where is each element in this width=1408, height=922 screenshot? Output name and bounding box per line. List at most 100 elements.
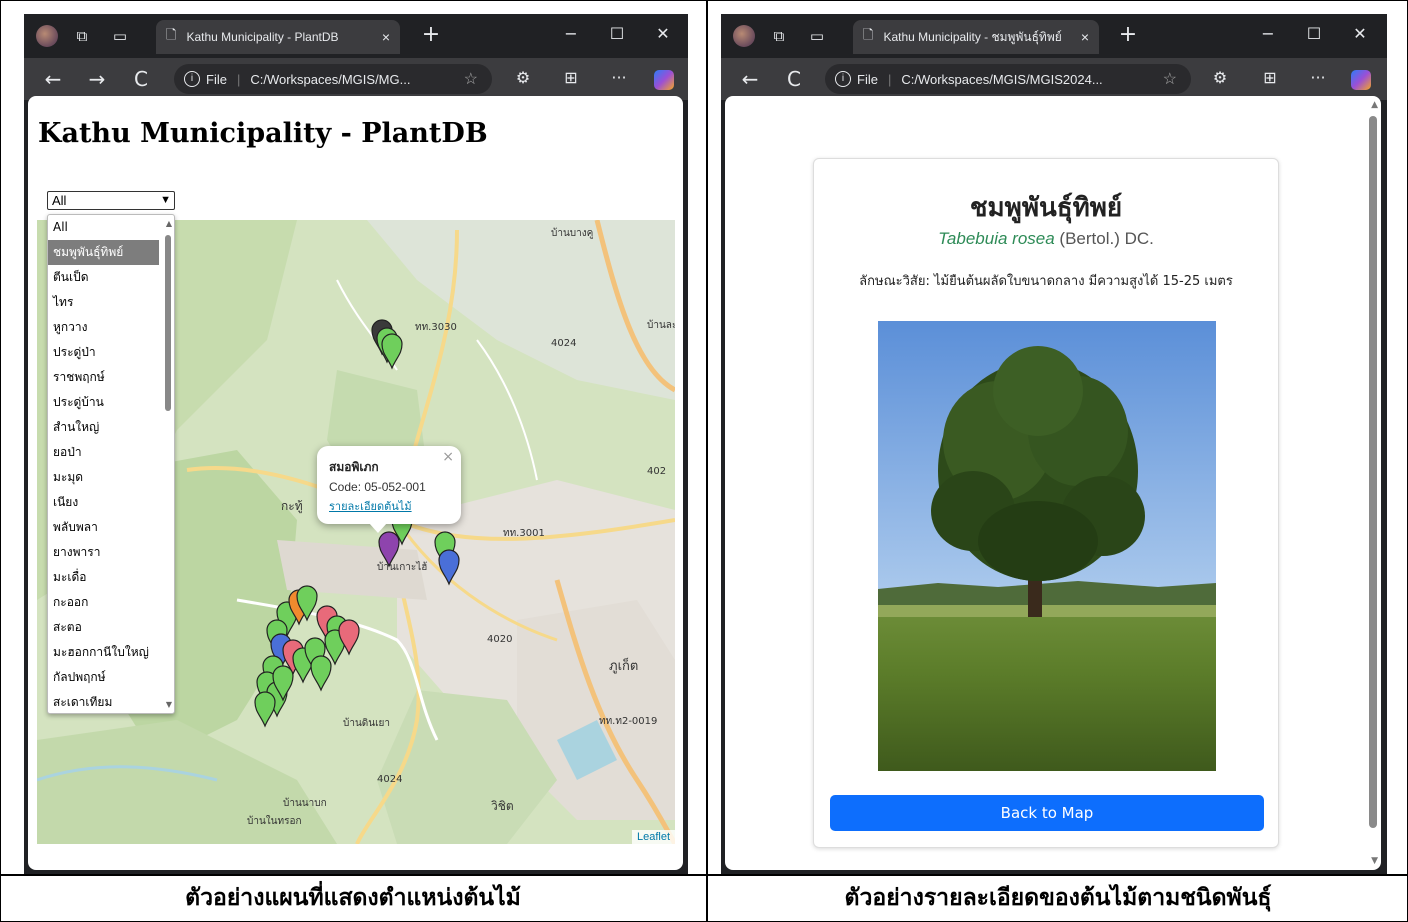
new-tab-icon[interactable]: + <box>416 22 446 47</box>
tree-marker[interactable] <box>381 333 403 370</box>
reload-icon[interactable]: C <box>124 67 158 91</box>
tab-actions-icon[interactable]: ▭ <box>106 22 134 50</box>
address-bar[interactable]: i File | C:/Workspaces/MGIS/MGIS2024... … <box>825 64 1191 94</box>
back-icon[interactable]: ← <box>733 67 767 91</box>
chevron-down-icon: ▼ <box>160 194 171 206</box>
dropdown-option[interactable]: มะเดื่อ <box>48 565 174 590</box>
tab-title: Kathu Municipality - ชมพูพันธุ์ทิพย์ <box>883 29 1062 44</box>
collections-icon[interactable]: ⊞ <box>1255 68 1285 87</box>
tab-title: Kathu Municipality - PlantDB <box>186 30 339 44</box>
dropdown-option[interactable]: ประดู่บ้าน <box>48 390 174 415</box>
browser-window-left: ⧉ ▭ 🗋 Kathu Municipality - PlantDB × + −… <box>24 14 688 874</box>
dropdown-option[interactable]: All <box>48 215 174 240</box>
url-text: C:/Workspaces/MGIS/MG... <box>250 71 411 87</box>
page-scrollbar[interactable] <box>1369 116 1377 828</box>
page-icon: 🗋 <box>166 27 177 42</box>
page-viewport: ชมพูพันธุ์ทิพย์ Tabebuia rosea (Bertol.)… <box>725 96 1381 870</box>
browser-window-right: ⧉ ▭ 🗋 Kathu Municipality - ชมพูพันธุ์ทิพ… <box>721 14 1387 874</box>
author-citation: (Bertol.) DC. <box>1059 229 1154 248</box>
habit-description: ลักษณะวิสัย: ไม้ยืนต้นผลัดใบขนาดกลาง มีค… <box>859 274 1233 289</box>
favorite-star-icon[interactable]: ☆ <box>464 69 478 89</box>
tree-marker[interactable] <box>378 531 400 568</box>
dropdown-option[interactable]: กัลปพฤกษ์ <box>48 665 174 690</box>
address-bar[interactable]: i File | C:/Workspaces/MGIS/MG... ☆ <box>174 64 492 94</box>
tab-active[interactable]: 🗋 Kathu Municipality - ชมพูพันธุ์ทิพย์ × <box>853 20 1099 54</box>
divider-horizontal <box>0 874 1408 876</box>
dropdown-option[interactable]: ประดู่ป่า <box>48 340 174 365</box>
tab-close-icon[interactable]: × <box>1081 29 1089 45</box>
profile-avatar[interactable] <box>733 25 755 47</box>
species-dropdown-list: All ชมพูพันธุ์ทิพย์ ตีนเป็ด ไทร หูกวาง ประดู่… <box>47 214 175 714</box>
scroll-up-icon[interactable]: ▲ <box>1371 100 1378 110</box>
more-icon[interactable]: ··· <box>604 68 634 87</box>
popup-tree-name: สมอพิเภก <box>329 460 379 474</box>
dropdown-option[interactable]: พลับพลา <box>48 515 174 540</box>
dropdown-items: All ชมพูพันธุ์ทิพย์ ตีนเป็ด ไทร หูกวาง ประดู่… <box>48 215 174 713</box>
scroll-down-icon[interactable]: ▼ <box>1371 856 1378 866</box>
nav-bar: ← → C i File | C:/Workspaces/MGIS/MG... … <box>24 58 688 100</box>
popup-detail-link[interactable]: รายละเอียดต้นไม้ <box>329 497 449 515</box>
file-label: File <box>857 71 878 87</box>
tree-photo <box>878 321 1216 771</box>
dropdown-option[interactable]: สะเดาเทียม <box>48 690 174 713</box>
info-icon[interactable]: i <box>835 71 851 87</box>
scroll-up-icon[interactable]: ▲ <box>166 219 172 228</box>
favorite-star-icon[interactable]: ☆ <box>1163 69 1177 89</box>
dropdown-option[interactable]: หูกวาง <box>48 315 174 340</box>
close-window-icon[interactable]: ✕ <box>648 24 678 43</box>
more-icon[interactable]: ··· <box>1303 68 1333 87</box>
separator: | <box>236 71 241 87</box>
popup-close-icon[interactable]: × <box>442 449 454 465</box>
new-tab-icon[interactable]: + <box>1113 22 1143 47</box>
tab-actions-icon[interactable]: ▭ <box>803 22 831 50</box>
copilot-icon[interactable] <box>1351 70 1371 90</box>
tab-active[interactable]: 🗋 Kathu Municipality - PlantDB × <box>156 20 400 54</box>
file-label: File <box>206 71 227 87</box>
genus-species: Tabebuia rosea <box>938 229 1055 248</box>
reload-icon[interactable]: C <box>777 67 811 91</box>
divider-vertical <box>706 0 708 922</box>
dropdown-option[interactable]: ตีนเป็ด <box>48 265 174 290</box>
tree-marker[interactable] <box>310 655 332 692</box>
dropdown-option[interactable]: สะตอ <box>48 615 174 640</box>
workspaces-icon[interactable]: ⧉ <box>68 22 96 50</box>
dropdown-scrollbar[interactable] <box>165 235 171 411</box>
dropdown-option[interactable]: มะมุด <box>48 465 174 490</box>
leaflet-attribution[interactable]: Leaflet <box>631 830 675 844</box>
forward-icon[interactable]: → <box>80 67 114 91</box>
tree-marker[interactable] <box>254 691 276 728</box>
dropdown-option[interactable]: กะออก <box>48 590 174 615</box>
species-filter-select[interactable]: All ▼ <box>47 191 175 210</box>
dropdown-option[interactable]: มะฮอกกานีใบใหญ่ <box>48 640 174 665</box>
species-card: ชมพูพันธุ์ทิพย์ Tabebuia rosea (Bertol.)… <box>813 158 1279 848</box>
profile-avatar[interactable] <box>36 25 58 47</box>
minimize-icon[interactable]: − <box>556 24 586 43</box>
extensions-icon[interactable]: ⚙ <box>1205 68 1235 87</box>
copilot-icon[interactable] <box>654 70 674 90</box>
back-icon[interactable]: ← <box>36 67 70 91</box>
tab-bar: ⧉ ▭ 🗋 Kathu Municipality - PlantDB × + −… <box>24 14 688 58</box>
tab-close-icon[interactable]: × <box>382 29 390 45</box>
close-window-icon[interactable]: ✕ <box>1345 24 1375 43</box>
dropdown-option[interactable]: ราชพฤกษ์ <box>48 365 174 390</box>
tree-image <box>878 321 1216 771</box>
dropdown-option[interactable]: ไทร <box>48 290 174 315</box>
minimize-icon[interactable]: − <box>1253 24 1283 43</box>
maximize-icon[interactable]: ☐ <box>602 24 632 43</box>
url-text: C:/Workspaces/MGIS/MGIS2024... <box>901 71 1103 87</box>
separator: | <box>887 71 892 87</box>
scroll-down-icon[interactable]: ▼ <box>166 700 172 709</box>
back-to-map-button[interactable]: Back to Map <box>830 795 1264 831</box>
extensions-icon[interactable]: ⚙ <box>508 68 538 87</box>
dropdown-option[interactable]: ชมพูพันธุ์ทิพย์ <box>48 240 159 265</box>
tree-marker[interactable] <box>438 549 460 586</box>
filter-selected-value: All <box>52 193 67 208</box>
dropdown-option[interactable]: สำนใหญ่ <box>48 415 174 440</box>
dropdown-option[interactable]: ยอป่า <box>48 440 174 465</box>
workspaces-icon[interactable]: ⧉ <box>765 22 793 50</box>
maximize-icon[interactable]: ☐ <box>1299 24 1329 43</box>
collections-icon[interactable]: ⊞ <box>556 68 586 87</box>
info-icon[interactable]: i <box>184 71 200 87</box>
dropdown-option[interactable]: ยางพารา <box>48 540 174 565</box>
dropdown-option[interactable]: เนียง <box>48 490 174 515</box>
